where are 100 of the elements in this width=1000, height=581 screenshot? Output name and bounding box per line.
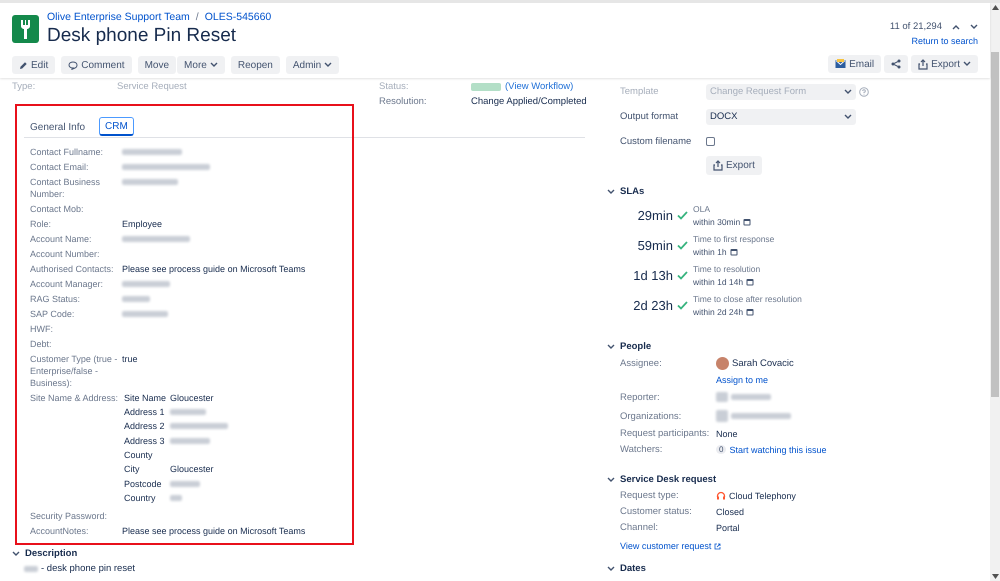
address-label: County [124,449,154,462]
menu-button[interactable]: More [177,56,225,74]
address-label: Address 1 [124,406,166,419]
pager-text: 11 of 21,294 [890,21,942,32]
field-label: Customer status: [620,506,693,517]
collapse-icon [607,476,615,482]
address-label: Postcode [124,478,163,491]
sla-time: 1d 13h [632,268,673,283]
export-icon [713,160,723,170]
address-label: Country [124,492,157,506]
field-label: Contact Mob: [30,202,85,214]
caret-icon [844,114,852,120]
field-label: Custom filename [620,136,692,147]
collapse-icon [607,344,615,350]
section-heading: Service Desk request [620,474,716,485]
redacted-value [122,310,168,316]
field-label: Template [620,86,660,97]
field-label: Status: [379,81,410,92]
address-label: Address 3 [124,434,166,448]
field-value: Service Request [117,81,188,92]
redacted-value [122,296,150,302]
field-label: Debt: [30,338,53,350]
menu-button[interactable]: Admin [286,56,340,74]
field-label: Contact Email: [30,160,90,172]
sla-goal: within 2d 24h [693,307,744,317]
field-label: Contact Business Number: [30,176,102,200]
redacted-value [170,495,182,502]
redacted-value [122,178,178,184]
field-label: Account Number: [30,248,101,260]
redacted-value [170,438,210,444]
scroll-down-icon[interactable] [992,574,998,579]
assign-link[interactable]: Assign to me [716,374,990,384]
redacted-value [731,413,791,419]
field-value: true [122,352,139,366]
export-icon [918,58,928,70]
export-button[interactable]: Export [706,156,762,174]
project-logo-icon [12,15,39,43]
field-label: Resolution: [379,96,428,107]
collapse-icon [607,566,615,572]
sla-goal: within 1h [693,247,727,257]
action-button[interactable]: Reopen [230,56,280,74]
field-label: Account Manager: [30,278,104,290]
redacted-value [716,392,728,402]
redacted-value [122,236,190,242]
field-label: RAG Status: [30,292,82,304]
project-link[interactable]: Olive Enterprise Support Team [47,11,190,23]
address-label: City [124,463,140,476]
field-label: Assignee: [620,358,663,369]
field-value: Employee [122,218,164,230]
scroll-up-icon[interactable] [992,5,998,10]
share-icon [891,59,902,69]
field-label: Channel: [620,522,660,533]
redacted-value [122,280,170,286]
redacted-value [170,480,200,487]
issue-title: Desk phone Pin Reset [47,25,238,47]
field-value: Please see process guide on Microsoft Teams [122,262,306,274]
address-label: Address 2 [124,420,166,434]
field-value: Cloud Telephony [729,490,796,500]
field-label: AccountNotes: [30,524,90,537]
customer-request-link[interactable]: View customer request [620,541,712,551]
sla-time: 59min [636,238,673,253]
field-label: Role: [30,218,52,230]
scrollbar-thumb[interactable] [991,52,999,397]
breadcrumb-separator: / [196,11,199,23]
caret-icon [324,62,332,68]
sla-name: OLA [693,204,712,214]
field-value: Closed [716,506,746,516]
format-select[interactable]: DOCX [706,108,856,124]
action-button[interactable]: Move [138,56,176,74]
workflow-link[interactable]: (View Workflow) [505,81,574,92]
export-button[interactable]: Export [911,55,978,73]
email-button[interactable]: Email [828,55,882,73]
field-label: Security Password: [30,510,108,522]
edit-button[interactable]: Edit [12,56,56,74]
section-heading: Description [25,548,78,560]
calendar-icon [746,308,754,316]
watch-link[interactable]: Start watching this issue [729,444,826,454]
tab[interactable]: CRM [99,117,134,136]
assignee-name: Sarah Covacic [732,358,794,369]
sla-goal: within 1d 14h [693,277,744,287]
sla-time: 2d 23h [632,298,673,313]
comment-button[interactable]: Comment [61,56,132,74]
collapse-icon [607,188,615,194]
field-label: Reporter: [620,392,661,402]
checkbox[interactable] [706,136,715,146]
share-button[interactable] [884,55,908,73]
return-link[interactable]: Return to search [911,36,978,46]
field-value: Portal [716,522,741,532]
comment-icon [68,60,78,70]
headset-icon [716,490,726,500]
issue-key-link[interactable]: OLES-545660 [204,11,272,23]
field-label: Customer Type (true - Enterprise/false - Business): [30,352,118,388]
help-icon [859,86,869,96]
status-lozenge [471,82,501,90]
address-label: Site Name [124,392,168,404]
field-value: Change Applied/Completed [471,96,587,107]
watcher-count: 0 [716,445,726,454]
redacted-value [731,394,771,400]
field-label: Watchers: [620,444,664,455]
scrollbar[interactable] [990,3,1000,581]
